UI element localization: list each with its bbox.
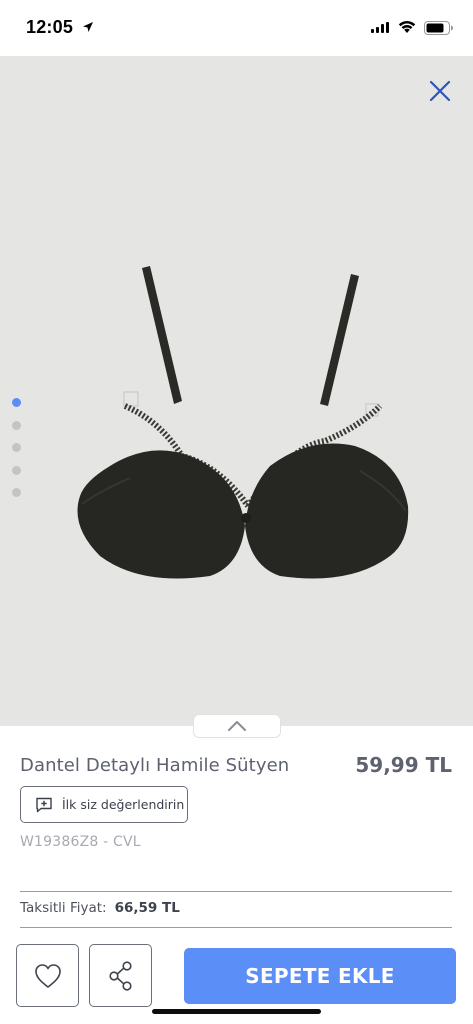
share-button[interactable] bbox=[89, 944, 152, 1007]
product-image-gallery[interactable] bbox=[0, 56, 473, 726]
signal-icon bbox=[371, 22, 389, 33]
add-to-cart-button[interactable]: SEPETE EKLE bbox=[184, 948, 456, 1004]
chevron-up-icon bbox=[228, 721, 246, 731]
installment-price-row: Taksitli Fiyat: 66,59 TL bbox=[20, 900, 180, 916]
installment-price: 66,59 TL bbox=[114, 900, 180, 916]
home-indicator bbox=[152, 1009, 321, 1014]
battery-icon bbox=[424, 21, 453, 35]
status-bar: 12:05 bbox=[0, 0, 473, 56]
heart-icon bbox=[34, 963, 61, 988]
gallery-dot-1[interactable] bbox=[12, 398, 21, 407]
expand-details-tab[interactable] bbox=[193, 714, 281, 738]
close-icon[interactable] bbox=[426, 77, 454, 105]
favorite-button[interactable] bbox=[16, 944, 79, 1007]
wifi-icon bbox=[398, 21, 416, 33]
status-time: 12:05 bbox=[26, 17, 74, 37]
product-image bbox=[77, 266, 409, 579]
write-review-button[interactable]: İlk siz değerlendirin bbox=[20, 786, 188, 823]
location-arrow-icon bbox=[83, 22, 93, 32]
add-comment-icon bbox=[36, 797, 52, 812]
gallery-dots bbox=[12, 398, 21, 511]
gallery-dot-4[interactable] bbox=[12, 465, 21, 475]
product-sku: W19386Z8 - CVL bbox=[20, 834, 141, 850]
share-icon bbox=[108, 960, 132, 991]
product-price: 59,99 TL bbox=[355, 753, 452, 777]
installment-label: Taksitli Fiyat: bbox=[20, 900, 107, 916]
product-title: Dantel Detaylı Hamile Sütyen bbox=[20, 755, 290, 776]
gallery-dot-2[interactable] bbox=[12, 420, 21, 430]
divider bbox=[20, 891, 452, 892]
review-button-label: İlk siz değerlendirin bbox=[62, 797, 185, 812]
divider bbox=[20, 927, 452, 928]
gallery-dot-3[interactable] bbox=[12, 443, 21, 452]
gallery-dot-5[interactable] bbox=[12, 488, 21, 497]
